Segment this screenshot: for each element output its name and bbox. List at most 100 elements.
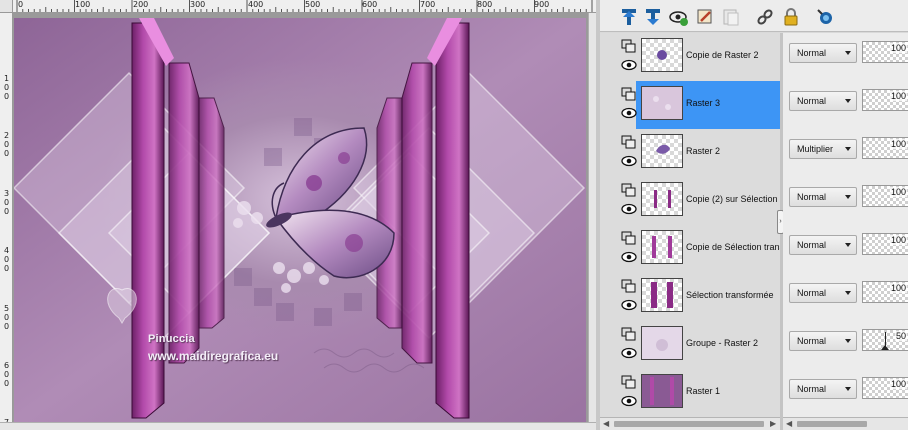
eye-icon[interactable]: [621, 347, 637, 359]
dropdown-arrow-icon: [845, 387, 851, 391]
eye-icon[interactable]: [621, 107, 637, 119]
ruler-left-digit: 1: [3, 74, 10, 83]
new-vector-layer-icon[interactable]: [642, 6, 664, 28]
ruler-left-digit: 2: [3, 131, 10, 140]
layer-name: Sélection transformée: [686, 290, 774, 300]
new-raster-layer-icon[interactable]: [618, 6, 640, 28]
ruler-corner: [0, 0, 13, 13]
canvas-image[interactable]: Pinuccia www.maidiregrafica.eu: [14, 18, 586, 422]
layer-group-icon[interactable]: [621, 39, 637, 53]
layer-row[interactable]: Copie de Raster 2: [600, 33, 780, 81]
ruler-left-digit: 0: [3, 207, 10, 216]
eye-icon[interactable]: [621, 299, 637, 311]
layer-row[interactable]: Copie de Sélection trans: [600, 225, 780, 273]
opacity-slider[interactable]: 50: [862, 329, 908, 351]
dropdown-arrow-icon: [845, 243, 851, 247]
layer-row[interactable]: Groupe - Raster 2: [600, 321, 780, 369]
link-icon[interactable]: [754, 6, 776, 28]
eye-icon[interactable]: [621, 155, 637, 167]
opacity-value: 100: [890, 91, 908, 101]
layer-name: Copie (2) sur Sélection t: [686, 194, 780, 204]
layer-row-selected[interactable]: Raster 3: [600, 81, 780, 129]
opacity-value: 100: [890, 43, 908, 53]
scroll-left-icon[interactable]: ◀: [603, 420, 609, 428]
canvas-horizontal-scrollbar[interactable]: [0, 422, 596, 430]
watermark-name: Pinuccia: [148, 333, 195, 345]
blend-mode-select[interactable]: Normal: [789, 91, 857, 111]
layers-palette: Copie de Raster 2 Raster 3 Raster 2 Copi…: [596, 0, 908, 430]
opacity-slider[interactable]: 100: [862, 281, 908, 303]
blend-mode-value: Normal: [797, 384, 827, 394]
layer-group-icon[interactable]: [621, 231, 637, 245]
blend-mode-select[interactable]: Normal: [789, 187, 857, 207]
lock-icon[interactable]: [780, 6, 802, 28]
ruler-left-digit: 0: [3, 198, 10, 207]
eye-icon[interactable]: [621, 395, 637, 407]
blend-mode-select[interactable]: Normal: [789, 235, 857, 255]
opacity-slider[interactable]: 100: [862, 89, 908, 111]
layer-properties-row: Normal 100: [783, 33, 908, 81]
opacity-slider-handle-icon[interactable]: [881, 345, 889, 350]
blend-mode-value: Multiplier: [797, 144, 834, 154]
scroll-thumb[interactable]: [797, 421, 867, 427]
ruler-left-digit: 0: [3, 322, 10, 331]
layer-group-icon[interactable]: [621, 327, 637, 341]
scroll-left-icon[interactable]: ◀: [786, 420, 792, 428]
blend-mode-select[interactable]: Normal: [789, 43, 857, 63]
layer-properties-row: Multiplier 100: [783, 129, 908, 177]
layer-group-icon[interactable]: [621, 135, 637, 149]
edit-selection-icon[interactable]: [694, 6, 716, 28]
layer-thumbnail: [641, 38, 683, 72]
opacity-slider[interactable]: 100: [862, 377, 908, 399]
layer-thumbnail: [641, 278, 683, 312]
layer-row[interactable]: Raster 1: [600, 369, 780, 417]
scroll-thumb[interactable]: [614, 421, 764, 427]
layer-row[interactable]: Sélection transformée: [600, 273, 780, 321]
opacity-slider[interactable]: 100: [862, 137, 908, 159]
ruler-left-digit: 0: [3, 140, 10, 149]
app-window: 0 100 200 300 400 500 600 700 800 900 1 …: [0, 0, 908, 430]
layer-group-icon[interactable]: [621, 279, 637, 293]
eye-icon[interactable]: [621, 203, 637, 215]
layer-thumbnail: [641, 374, 683, 408]
layer-group-icon[interactable]: [621, 375, 637, 389]
layer-row[interactable]: Raster 2: [600, 129, 780, 177]
ruler-left-digit: 0: [3, 313, 10, 322]
ruler-top-label: 900: [534, 0, 550, 9]
canvas-area[interactable]: 0 100 200 300 400 500 600 700 800 900 1 …: [0, 0, 596, 430]
layer-group-icon[interactable]: [621, 87, 637, 101]
layers-horizontal-scrollbar[interactable]: ◀ ▶: [600, 417, 780, 430]
blend-mode-select[interactable]: Normal: [789, 283, 857, 303]
opacity-slider[interactable]: 100: [862, 233, 908, 255]
eye-icon[interactable]: [621, 59, 637, 71]
eye-icon[interactable]: [621, 251, 637, 263]
layer-row[interactable]: Copie (2) sur Sélection t: [600, 177, 780, 225]
layer-styles-icon[interactable]: [814, 6, 836, 28]
opacity-value: 100: [890, 187, 908, 197]
blend-mode-value: Normal: [797, 240, 827, 250]
blend-mode-select[interactable]: Normal: [789, 331, 857, 351]
watermark-url: www.maidiregrafica.eu: [148, 349, 279, 363]
layer-name: Raster 1: [686, 386, 721, 396]
canvas-vertical-scrollbar[interactable]: [588, 13, 596, 422]
blend-mode-value: Normal: [797, 336, 827, 346]
ruler-left[interactable]: 1 0 0 2 0 0 3 0 0 4 0 0 5 0 0 6 0 0 7: [0, 13, 13, 430]
scroll-right-icon[interactable]: ▶: [770, 420, 776, 428]
dropdown-arrow-icon: [845, 51, 851, 55]
ruler-top[interactable]: 0 100 200 300 400 500 600 700 800 900: [13, 0, 596, 13]
blend-mode-value: Normal: [797, 96, 827, 106]
new-mask-icon[interactable]: [720, 6, 742, 28]
ruler-top-label: 400: [248, 0, 264, 9]
properties-horizontal-scrollbar[interactable]: ◀: [783, 417, 908, 430]
layer-name: Raster 2: [686, 146, 721, 156]
layer-name: Copie de Sélection trans: [686, 242, 780, 252]
view-layer-icon[interactable]: [668, 6, 690, 28]
opacity-slider[interactable]: 100: [862, 41, 908, 63]
blend-mode-select[interactable]: Multiplier: [789, 139, 857, 159]
blend-mode-select[interactable]: Normal: [789, 379, 857, 399]
opacity-slider[interactable]: 100: [862, 185, 908, 207]
blend-mode-value: Normal: [797, 192, 827, 202]
layer-group-icon[interactable]: [621, 183, 637, 197]
dropdown-arrow-icon: [845, 147, 851, 151]
layers-list: Copie de Raster 2 Raster 3 Raster 2 Copi…: [600, 33, 780, 417]
